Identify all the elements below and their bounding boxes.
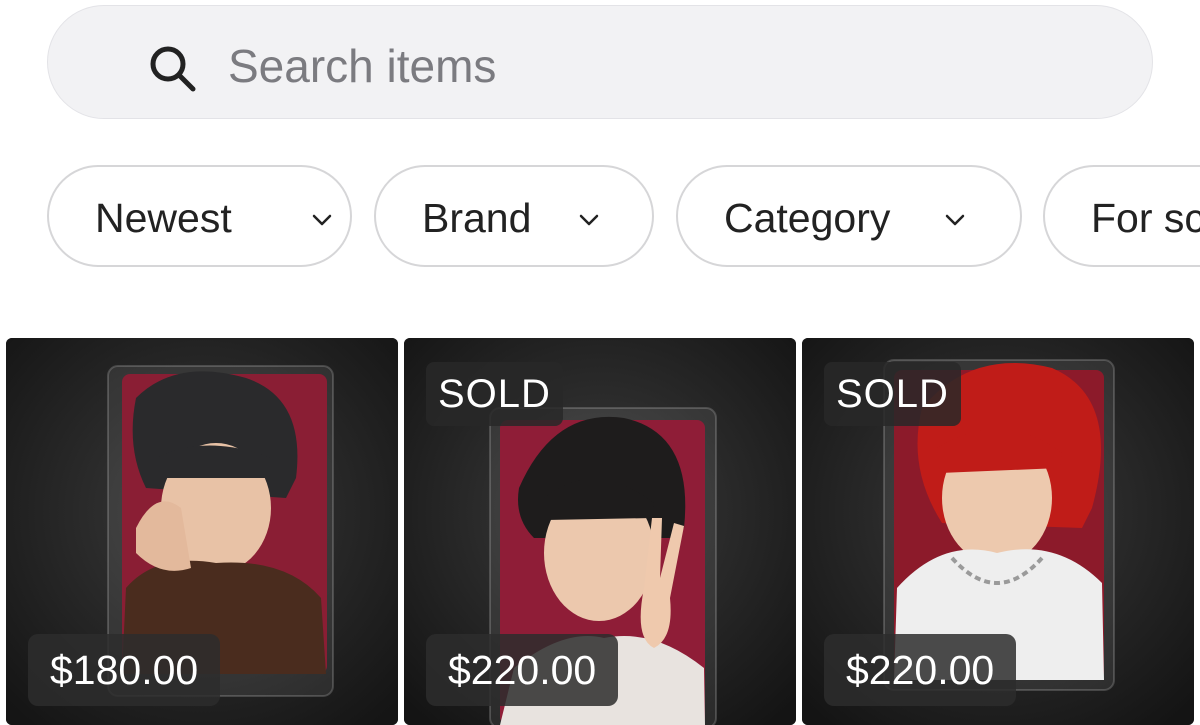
- filter-for-sale-dropdown[interactable]: For sc: [1043, 165, 1200, 267]
- item-grid: $180.00 SOLD $220.00 SOLD $220.00: [0, 336, 1200, 725]
- search-bar[interactable]: [47, 5, 1153, 119]
- sold-badge: SOLD: [824, 362, 961, 426]
- search-input[interactable]: [228, 36, 1088, 96]
- filter-label: Category: [724, 195, 891, 241]
- item-card[interactable]: $180.00: [6, 338, 398, 725]
- filter-brand-dropdown[interactable]: Brand: [374, 165, 654, 267]
- filter-label: For sc: [1091, 195, 1200, 241]
- price-tag: $220.00: [426, 634, 619, 706]
- filter-category-dropdown[interactable]: Category: [676, 165, 1022, 267]
- item-card[interactable]: SOLD $220.00: [802, 338, 1194, 725]
- chevron-down-icon: [312, 214, 332, 226]
- price-tag: $180.00: [28, 634, 221, 706]
- price-tag: $220.00: [824, 634, 1017, 706]
- sold-badge: SOLD: [426, 362, 563, 426]
- search-icon: [150, 46, 196, 92]
- filter-label: Brand: [422, 195, 532, 241]
- filter-newest-dropdown[interactable]: Newest: [47, 165, 352, 267]
- chevron-down-icon: [945, 214, 965, 226]
- filter-label: Newest: [95, 195, 232, 241]
- chevron-down-icon: [579, 214, 599, 226]
- filter-chips: Newest Brand Category For sc: [0, 163, 1200, 271]
- item-card[interactable]: SOLD $220.00: [404, 338, 796, 725]
